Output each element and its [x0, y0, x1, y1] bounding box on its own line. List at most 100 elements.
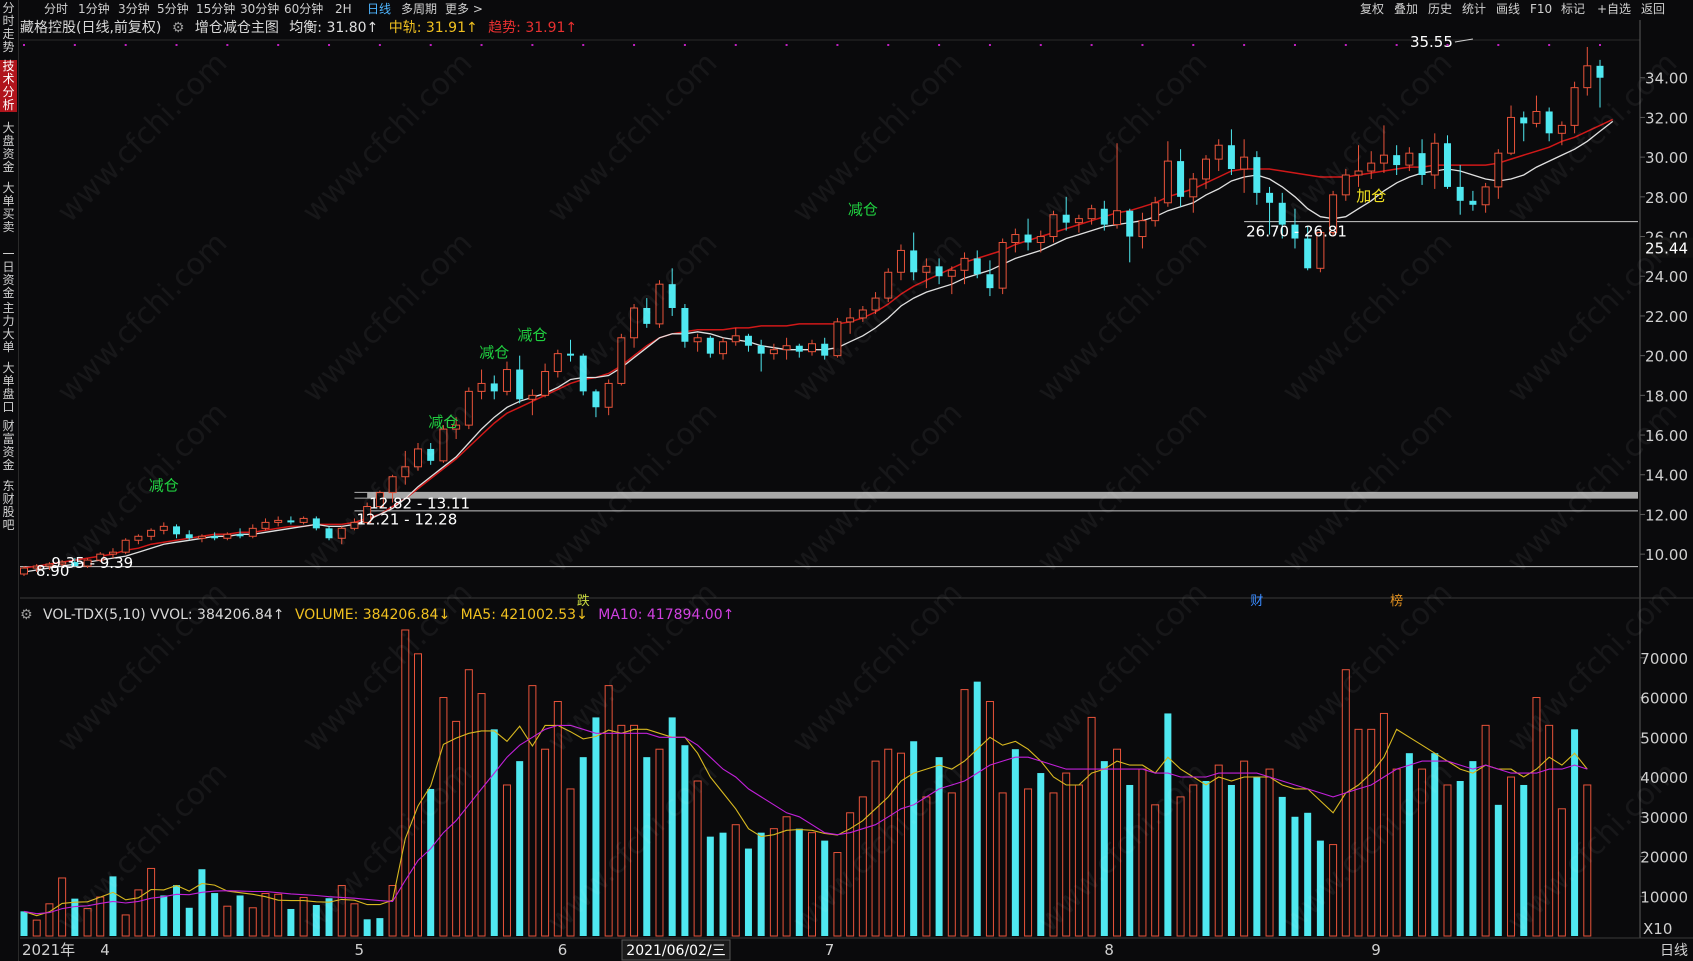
- candle-body-115: [1481, 186, 1490, 206]
- volume-bar-118: [1520, 784, 1528, 936]
- volume-bar-112: [1443, 784, 1452, 937]
- candle-body-64: [833, 321, 842, 357]
- candle-body-58: [757, 345, 765, 354]
- volume-bar-62: [808, 832, 816, 937]
- vol-tick-label-1: 60000: [1640, 690, 1688, 708]
- volume-bar-49: [643, 757, 651, 936]
- candle-body-124: [1596, 65, 1604, 78]
- candle-body-81: [1049, 214, 1058, 238]
- candle-body-78: [1011, 234, 1020, 243]
- price-label-5: 26.70 - 26.81: [1246, 223, 1347, 241]
- candle-body-12: [173, 526, 181, 535]
- candle-body-65: [846, 317, 855, 323]
- candle-body-33: [439, 428, 448, 462]
- candle-body-47: [617, 337, 626, 384]
- signal-dot-24: [328, 44, 331, 46]
- price-tick-label-0: 34.00: [1645, 70, 1688, 88]
- volume-bar-43: [566, 788, 575, 937]
- candle-body-50: [655, 283, 664, 325]
- candle-body-16: [223, 533, 232, 539]
- candle-body-29: [388, 476, 397, 494]
- signal-label-1: 减仓: [428, 413, 458, 431]
- volume-bar-110: [1418, 768, 1427, 937]
- volume-bar-32: [427, 788, 435, 936]
- candle-body-36: [477, 382, 486, 392]
- volume-bar-39: [516, 761, 524, 936]
- candle-body-56: [731, 335, 740, 343]
- volume-bar-96: [1240, 760, 1249, 937]
- volume-bar-56: [731, 824, 740, 937]
- volume-bar-116: [1494, 804, 1502, 936]
- volume-bar-35: [464, 669, 473, 937]
- volume-bar-21: [287, 908, 295, 936]
- volume-bar-75: [973, 681, 981, 936]
- signal-dot-112: [1446, 44, 1449, 46]
- signal-dot-60: [785, 44, 788, 46]
- volume-bar-45: [592, 717, 600, 936]
- signal-dot-104: [1344, 44, 1347, 46]
- volume-bar-92: [1189, 784, 1198, 937]
- stock-chart[interactable]: 34.0032.0030.0028.0026.0024.0022.0020.00…: [0, 0, 1693, 961]
- event-marker-0: 跌: [577, 593, 590, 609]
- volume-bar-86: [1113, 748, 1122, 937]
- volume-bar-19: [261, 892, 270, 937]
- candle-body-98: [1266, 192, 1274, 203]
- candle-body-97: [1253, 157, 1261, 193]
- volume-bar-84: [1087, 716, 1096, 937]
- volume-bar-98: [1265, 768, 1274, 937]
- volume-bar-102: [1316, 840, 1324, 936]
- volume-bar-95: [1227, 784, 1235, 936]
- volume-bar-71: [922, 796, 931, 937]
- candle-body-79: [1024, 234, 1032, 243]
- volume-bar-60: [782, 816, 791, 937]
- candle-body-22: [299, 517, 308, 523]
- event-marker-2: 榜: [1390, 593, 1403, 609]
- level-band: [367, 492, 1639, 499]
- candle-body-104: [1341, 174, 1350, 196]
- candle-body-30: [401, 466, 410, 478]
- candle-body-99: [1278, 202, 1286, 225]
- candle-body-32: [427, 448, 435, 461]
- volume-bar-85: [1100, 761, 1108, 936]
- candle-body-61: [795, 345, 803, 352]
- candle-body-74: [960, 257, 969, 271]
- signal-dot-4: [73, 44, 76, 46]
- signal-dot-88: [1141, 44, 1144, 46]
- candle-body-88: [1138, 220, 1147, 238]
- volume-bar-27: [363, 919, 371, 936]
- volume-bar-99: [1278, 796, 1286, 936]
- volume-bar-88: [1138, 768, 1147, 937]
- signal-dot-32: [429, 44, 432, 46]
- candle-body-96: [1240, 156, 1249, 170]
- signal-dot-28: [378, 44, 381, 46]
- signal-dot-68: [887, 44, 890, 46]
- volume-bar-0: [20, 911, 28, 936]
- signal-dot-8: [124, 44, 127, 46]
- candle-body-15: [211, 536, 219, 539]
- signal-dot-108: [1395, 44, 1398, 46]
- signal-label-0: 减仓: [149, 477, 179, 495]
- candle-body-14: [197, 535, 206, 539]
- candle-body-20: [274, 519, 283, 523]
- candle-body-40: [528, 394, 537, 400]
- candle-body-83: [1074, 218, 1083, 224]
- candle-body-120: [1545, 111, 1553, 134]
- volume-bar-22: [299, 896, 308, 937]
- volume-bar-67: [871, 760, 880, 937]
- volume-bar-11: [160, 895, 168, 936]
- candle-body-116: [1494, 152, 1503, 188]
- volume-bar-15: [211, 893, 219, 936]
- volume-bar-83: [1074, 784, 1083, 937]
- volume-bar-97: [1253, 777, 1261, 936]
- volume-bar-33: [439, 697, 448, 937]
- volume-bar-55: [719, 832, 727, 936]
- vol-unit-label: X10: [1643, 920, 1672, 938]
- price-tick-label-2: 30.00: [1645, 149, 1688, 167]
- candle-body-19: [261, 521, 270, 529]
- candle-body-91: [1177, 161, 1185, 197]
- volume-bar-70: [910, 741, 918, 936]
- signal-dot-92: [1192, 44, 1195, 46]
- signal-label-5: 加仓: [1356, 187, 1386, 205]
- x-axis-label-3: 6: [558, 941, 568, 959]
- signal-dot-116: [1497, 44, 1500, 46]
